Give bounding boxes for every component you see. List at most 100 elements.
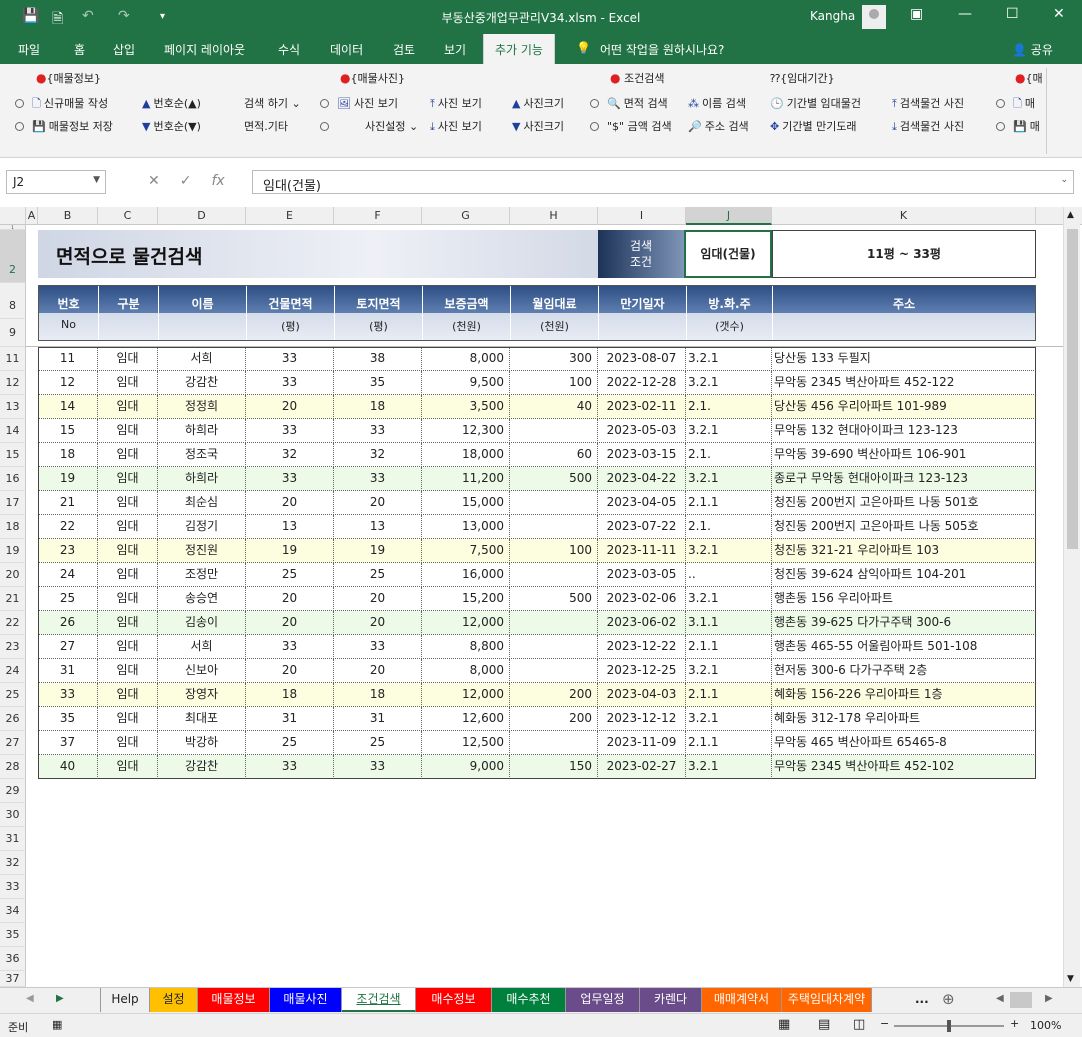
table-cell[interactable]: 2023-04-05 bbox=[598, 491, 686, 515]
table-cell[interactable]: 2.1.1 bbox=[686, 635, 772, 659]
table-cell[interactable] bbox=[510, 419, 598, 443]
table-cell[interactable]: 500 bbox=[510, 587, 598, 611]
tell-me-search[interactable]: 어떤 작업을 원하시나요? bbox=[600, 41, 724, 58]
table-cell[interactable]: 2023-12-22 bbox=[598, 635, 686, 659]
table-cell[interactable]: 임대 bbox=[98, 659, 158, 683]
table-cell[interactable]: 19 bbox=[246, 539, 334, 563]
tab-home[interactable]: 홈 bbox=[74, 41, 85, 58]
table-cell[interactable]: 3.2.1 bbox=[686, 371, 772, 395]
row-header[interactable]: 34 bbox=[0, 899, 26, 923]
table-row[interactable]: 11 임대 서희 33 38 8,000 300 2023-08-07 3.2.1 당산동 133… bbox=[38, 347, 1036, 371]
table-cell[interactable]: 14 bbox=[38, 395, 98, 419]
table-cell[interactable]: 무악동 465 벽산아파트 65465-8 bbox=[772, 731, 1036, 755]
table-cell[interactable]: 정조국 bbox=[158, 443, 246, 467]
tab-view[interactable]: 보기 bbox=[444, 41, 466, 58]
photo-set-button[interactable]: 사진설정 ⌄ bbox=[320, 118, 418, 134]
table-cell[interactable] bbox=[510, 491, 598, 515]
table-cell[interactable]: 송승연 bbox=[158, 587, 246, 611]
table-cell[interactable]: 25 bbox=[246, 731, 334, 755]
table-cell[interactable]: 12,500 bbox=[422, 731, 510, 755]
sheet-tab[interactable]: 매물사진 bbox=[270, 988, 342, 1012]
zoom-slider[interactable] bbox=[894, 1020, 1004, 1032]
table-cell[interactable]: 강감찬 bbox=[158, 371, 246, 395]
table-row[interactable]: 24 임대 조정만 25 25 16,000 2023-03-05.. 청진동 39-624 … bbox=[38, 563, 1036, 587]
result-photo-top-button[interactable]: ⤒ 검색물건 사진 bbox=[892, 95, 964, 111]
row-header[interactable]: 20 bbox=[0, 563, 26, 587]
column-header[interactable]: H bbox=[510, 207, 598, 225]
row-header[interactable]: 8 bbox=[0, 283, 26, 319]
table-cell[interactable]: 서희 bbox=[158, 347, 246, 371]
table-cell[interactable]: 19 bbox=[334, 539, 422, 563]
row-header[interactable]: 33 bbox=[0, 875, 26, 899]
column-header[interactable]: A bbox=[26, 207, 38, 225]
table-cell[interactable]: 8,000 bbox=[422, 659, 510, 683]
table-cell[interactable]: 임대 bbox=[98, 587, 158, 611]
table-cell[interactable]: 2.1. bbox=[686, 515, 772, 539]
table-row[interactable]: 27 임대 서희 33 33 8,800 2023-12-22 2.1.1 행촌동 465-55… bbox=[38, 635, 1036, 659]
table-cell[interactable]: 2.1.1 bbox=[686, 731, 772, 755]
photo-view-top-button[interactable]: ⤒ 사진 보기 bbox=[430, 95, 482, 111]
table-cell[interactable]: 20 bbox=[246, 611, 334, 635]
table-cell[interactable]: 3.2.1 bbox=[686, 755, 772, 779]
table-cell[interactable]: 25 bbox=[246, 563, 334, 587]
table-cell[interactable]: 임대 bbox=[98, 467, 158, 491]
sheet-tab[interactable]: 업무일정 bbox=[566, 988, 640, 1012]
ribbon-display-icon[interactable]: ▣ bbox=[910, 6, 923, 22]
table-cell[interactable]: 행촌동 156 우리아파트 bbox=[772, 587, 1036, 611]
sheet-tab[interactable]: Help bbox=[100, 988, 150, 1012]
table-cell[interactable]: 31 bbox=[38, 659, 98, 683]
table-cell[interactable]: 25 bbox=[334, 731, 422, 755]
formula-input[interactable]: 임대(건물) ⌄ bbox=[252, 170, 1074, 194]
row-header[interactable]: 22 bbox=[0, 611, 26, 635]
table-cell[interactable]: 임대 bbox=[98, 539, 158, 563]
table-cell[interactable]: 23 bbox=[38, 539, 98, 563]
search-do-button[interactable]: 검색 하기 ⌄ bbox=[244, 95, 301, 111]
table-row[interactable]: 37 임대 박강하 25 25 12,500 2023-11-09 2.1.1 무악동 465 … bbox=[38, 731, 1036, 755]
table-cell[interactable]: 20 bbox=[246, 587, 334, 611]
table-cell[interactable]: 13 bbox=[246, 515, 334, 539]
sheet-tab[interactable]: 조건검색 bbox=[342, 988, 416, 1012]
table-cell[interactable]: 임대 bbox=[98, 731, 158, 755]
row-header[interactable]: 16 bbox=[0, 467, 26, 491]
table-cell[interactable]: 15 bbox=[38, 419, 98, 443]
table-cell[interactable]: 3,500 bbox=[422, 395, 510, 419]
table-cell[interactable]: 100 bbox=[510, 539, 598, 563]
select-all-corner[interactable] bbox=[0, 207, 26, 225]
normal-view-icon[interactable]: ▦ bbox=[778, 1017, 790, 1032]
zoom-slider-knob[interactable] bbox=[947, 1020, 951, 1032]
table-row[interactable]: 35 임대 최대포 31 31 12,600 200 2023-12-12 3.2.1 혜화동 3… bbox=[38, 707, 1036, 731]
table-cell[interactable]: 35 bbox=[38, 707, 98, 731]
table-row[interactable]: 15 임대 하희라 33 33 12,300 2023-05-03 3.2.1 무악동 132 … bbox=[38, 419, 1036, 443]
table-cell[interactable]: 2.1. bbox=[686, 443, 772, 467]
table-cell[interactable]: 9,000 bbox=[422, 755, 510, 779]
table-cell[interactable]: 40 bbox=[510, 395, 598, 419]
table-cell[interactable]: 임대 bbox=[98, 515, 158, 539]
minimize-icon[interactable]: — bbox=[958, 6, 972, 22]
row-header[interactable]: 37 bbox=[0, 971, 26, 987]
table-cell[interactable]: .. bbox=[686, 563, 772, 587]
sheet-tab[interactable]: 카렌다 bbox=[640, 988, 702, 1012]
table-cell[interactable]: 2.1.1 bbox=[686, 491, 772, 515]
condition-type-cell[interactable]: 임대(건물) bbox=[684, 230, 772, 278]
prev-sheet-icon[interactable]: ◀ bbox=[26, 993, 34, 1004]
table-cell[interactable]: 32 bbox=[334, 443, 422, 467]
table-cell[interactable]: 20 bbox=[334, 491, 422, 515]
column-header[interactable]: B bbox=[38, 207, 98, 225]
row-header[interactable]: 9 bbox=[0, 319, 26, 347]
table-cell[interactable]: 15,200 bbox=[422, 587, 510, 611]
table-row[interactable]: 40 임대 강감찬 33 33 9,000 150 2023-02-27 3.2.1 무악동 23… bbox=[38, 755, 1036, 779]
table-cell[interactable]: 하희라 bbox=[158, 467, 246, 491]
address-search-button[interactable]: 🔎 주소 검색 bbox=[688, 118, 749, 134]
ribbon-scrollbar[interactable] bbox=[1046, 68, 1058, 154]
table-cell[interactable]: 18 bbox=[334, 683, 422, 707]
area-etc-button[interactable]: 면적.기타 bbox=[244, 118, 288, 134]
row-header[interactable]: 13 bbox=[0, 395, 26, 419]
column-header[interactable]: K bbox=[772, 207, 1036, 225]
table-cell[interactable]: 8,800 bbox=[422, 635, 510, 659]
tab-page-layout[interactable]: 페이지 레이아웃 bbox=[164, 41, 245, 58]
column-header[interactable]: I bbox=[598, 207, 686, 225]
more-sheets[interactable]: ... bbox=[915, 992, 929, 1006]
page-layout-view-icon[interactable]: ▤ bbox=[818, 1017, 830, 1032]
table-cell[interactable]: 27 bbox=[38, 635, 98, 659]
table-cell[interactable]: 임대 bbox=[98, 611, 158, 635]
